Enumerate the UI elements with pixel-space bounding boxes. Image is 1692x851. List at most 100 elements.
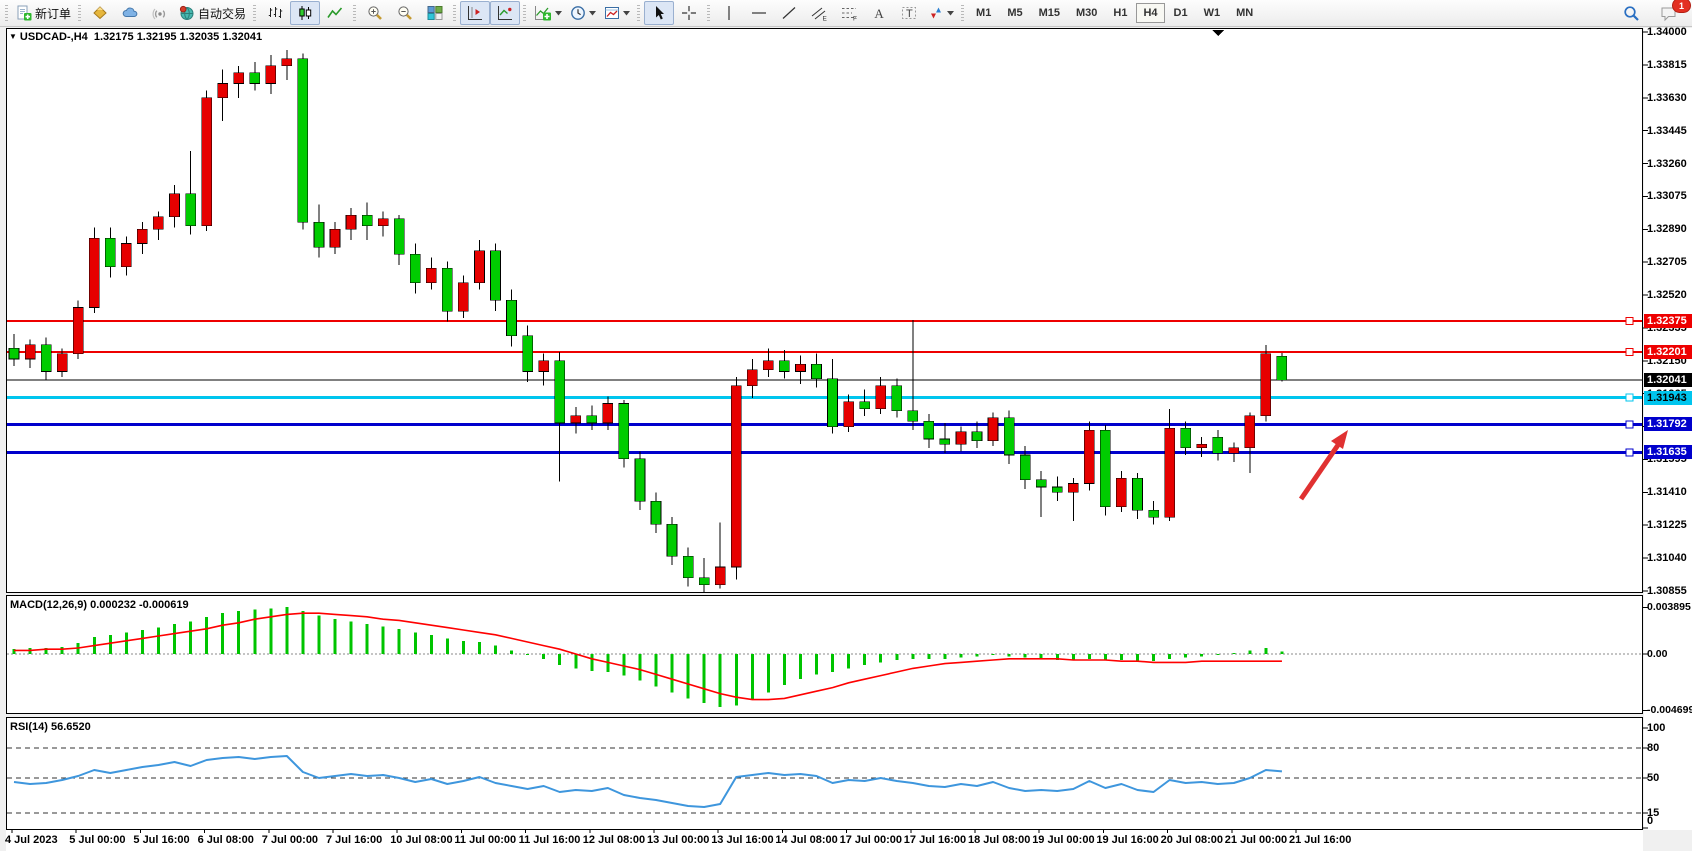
data-window-button[interactable]: [115, 1, 145, 25]
letter-a-icon: A: [871, 5, 887, 21]
arrows-button[interactable]: [924, 1, 958, 25]
zoom-out-icon: [397, 5, 413, 21]
dropdown-caret-icon: [555, 11, 562, 16]
auto-trading-label: 自动交易: [198, 5, 246, 22]
timeframe-button-M5[interactable]: M5: [1000, 3, 1029, 23]
bar-chart-icon: [267, 5, 283, 21]
toolbar-right-tools: 1: [1616, 1, 1690, 25]
timeframe-button-M30[interactable]: M30: [1069, 3, 1104, 23]
dropdown-caret-icon: [947, 11, 954, 16]
svg-text:E: E: [822, 16, 827, 22]
crosshair-icon: [681, 5, 697, 21]
collapse-triangle-icon[interactable]: ▼: [9, 32, 17, 41]
rsi-label: RSI(14) 56.6520: [10, 721, 91, 733]
macd-label: MACD(12,26,9) 0.000232 -0.000619: [10, 599, 189, 611]
toolbar-grip[interactable]: [78, 5, 81, 21]
rsi-indicator-pane[interactable]: [6, 717, 1643, 830]
templates-button[interactable]: [600, 1, 634, 25]
chart-shift-icon: [467, 5, 483, 21]
new-order-button[interactable]: 新订单: [12, 1, 75, 25]
tile-windows-button[interactable]: [420, 1, 450, 25]
toolbar-group-zoom: [350, 0, 450, 27]
macd-indicator-pane[interactable]: [6, 595, 1643, 714]
toolbar-grip[interactable]: [353, 5, 356, 21]
indicators-button[interactable]: [530, 1, 566, 25]
mt4-terminal-window: { "toolbar": { "new_order_label": "新订单",…: [0, 0, 1692, 851]
timeframe-button-W1[interactable]: W1: [1197, 3, 1228, 23]
periods-button[interactable]: [566, 1, 600, 25]
timeframe-button-H1[interactable]: H1: [1106, 3, 1134, 23]
toolbar-group-scroll: [450, 0, 520, 27]
vertical-line-button[interactable]: [714, 1, 744, 25]
toolbar-group-cursor: [634, 0, 704, 27]
trendline-button[interactable]: [774, 1, 804, 25]
equidistant-channel-icon: E: [811, 5, 828, 21]
zoom-out-button[interactable]: [390, 1, 420, 25]
chart-template-icon: [604, 5, 620, 21]
text-button[interactable]: A: [864, 1, 894, 25]
candlestick-chart-icon: [297, 5, 313, 21]
timeframe-button-M15[interactable]: M15: [1032, 3, 1067, 23]
zoom-in-button[interactable]: [360, 1, 390, 25]
toolbar-group-objects: E F A T: [704, 0, 958, 27]
clock-icon: [570, 5, 586, 21]
vertical-line-icon: [721, 5, 737, 21]
cloud-icon: [122, 5, 138, 21]
line-chart-icon: [327, 5, 343, 21]
candlestick-chart-button[interactable]: [290, 1, 320, 25]
text-box-icon: T: [901, 5, 917, 21]
toolbar: 新订单 自动交易: [0, 0, 1692, 27]
toolbar-group-chart-type: [250, 0, 350, 27]
svg-text:A: A: [874, 6, 884, 21]
toolbar-group-services: 自动交易: [75, 0, 250, 27]
auto-scroll-button[interactable]: [490, 1, 520, 25]
text-label-button[interactable]: T: [894, 1, 924, 25]
tile-windows-icon: [427, 5, 443, 21]
price-axis[interactable]: [1644, 28, 1692, 830]
timeframe-button-H4[interactable]: H4: [1136, 3, 1164, 23]
cursor-arrow-icon: [651, 5, 667, 21]
toolbar-group-order: 新订单: [2, 0, 75, 27]
toolbar-grip[interactable]: [637, 5, 640, 21]
toolbar-grip[interactable]: [5, 5, 8, 21]
toolbar-grip[interactable]: [453, 5, 456, 21]
arrow-shapes-icon: [928, 5, 944, 21]
crosshair-button[interactable]: [674, 1, 704, 25]
zoom-in-icon: [367, 5, 383, 21]
bar-chart-button[interactable]: [260, 1, 290, 25]
main-chart-pane[interactable]: [6, 28, 1643, 593]
cursor-button[interactable]: [644, 1, 674, 25]
toolbar-grip[interactable]: [707, 5, 710, 21]
signals-button[interactable]: [145, 1, 175, 25]
fibonacci-icon: F: [841, 5, 858, 21]
fibonacci-button[interactable]: F: [834, 1, 864, 25]
gold-nugget-icon: [92, 5, 108, 21]
horizontal-line-button[interactable]: [744, 1, 774, 25]
toolbar-grip[interactable]: [961, 5, 964, 21]
auto-scroll-icon: [497, 5, 513, 21]
svg-text:T: T: [906, 8, 913, 20]
chart-shift-button[interactable]: [460, 1, 490, 25]
indicators-icon: [534, 5, 552, 21]
time-axis[interactable]: [6, 830, 1643, 851]
dropdown-caret-icon: [589, 11, 596, 16]
timeframe-button-D1[interactable]: D1: [1167, 3, 1195, 23]
channel-button[interactable]: E: [804, 1, 834, 25]
market-watch-button[interactable]: [85, 1, 115, 25]
line-chart-button[interactable]: [320, 1, 350, 25]
horizontal-line-icon: [751, 5, 767, 21]
timeframe-button-M1[interactable]: M1: [969, 3, 998, 23]
toolbar-grip[interactable]: [523, 5, 526, 21]
radar-signal-icon: [152, 5, 168, 21]
search-icon: [1623, 5, 1640, 22]
new-order-label: 新订单: [35, 5, 71, 22]
search-button[interactable]: [1616, 1, 1646, 25]
trendline-icon: [781, 5, 797, 21]
notification-badge: 1: [1672, 0, 1691, 13]
new-order-icon: [16, 5, 32, 21]
svg-text:F: F: [853, 16, 857, 22]
toolbar-grip[interactable]: [253, 5, 256, 21]
timeframe-button-MN[interactable]: MN: [1229, 3, 1260, 23]
auto-trading-button[interactable]: 自动交易: [175, 1, 250, 25]
chat-button[interactable]: 1: [1654, 1, 1684, 25]
